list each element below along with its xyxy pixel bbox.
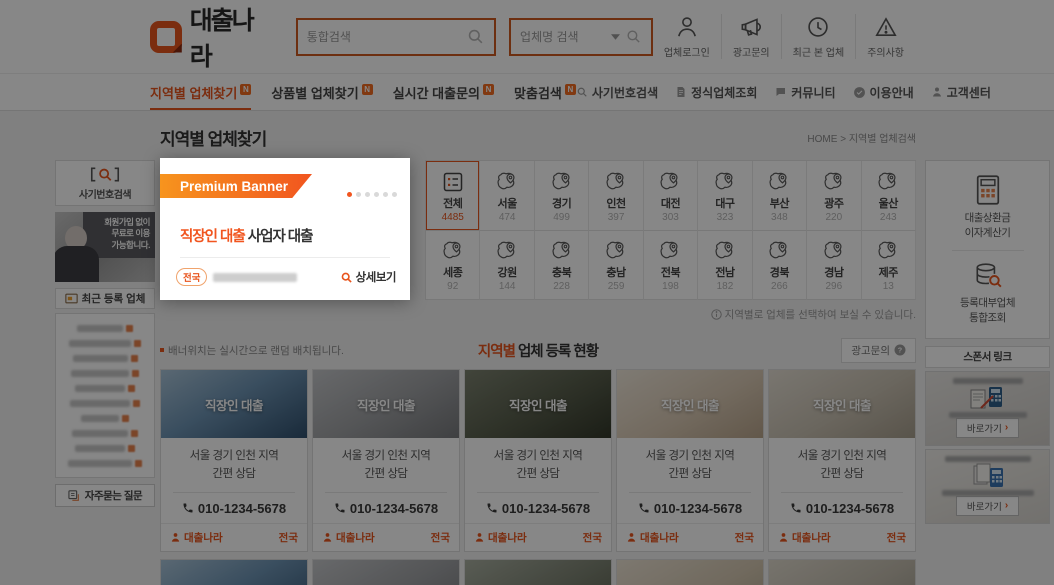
search-icon: [340, 271, 353, 284]
region-badge: 전국: [176, 268, 207, 286]
premium-ribbon: Premium Banner: [160, 174, 312, 198]
carousel-dot[interactable]: [356, 192, 361, 197]
carousel-dot[interactable]: [365, 192, 370, 197]
detail-link[interactable]: 상세보기: [340, 269, 396, 285]
carousel-dot[interactable]: [392, 192, 397, 197]
premium-title: 직장인 대출 사업자 대출: [180, 225, 313, 246]
carousel-dots: [347, 192, 397, 197]
carousel-dot[interactable]: [383, 192, 388, 197]
carousel-dot[interactable]: [347, 192, 352, 197]
carousel-dot[interactable]: [374, 192, 379, 197]
premium-banner[interactable]: Premium Banner 직장인 대출 사업자 대출 전국 상세보기: [160, 158, 410, 300]
dim-overlay[interactable]: [0, 0, 1054, 585]
blurred-company-name: [213, 273, 297, 282]
